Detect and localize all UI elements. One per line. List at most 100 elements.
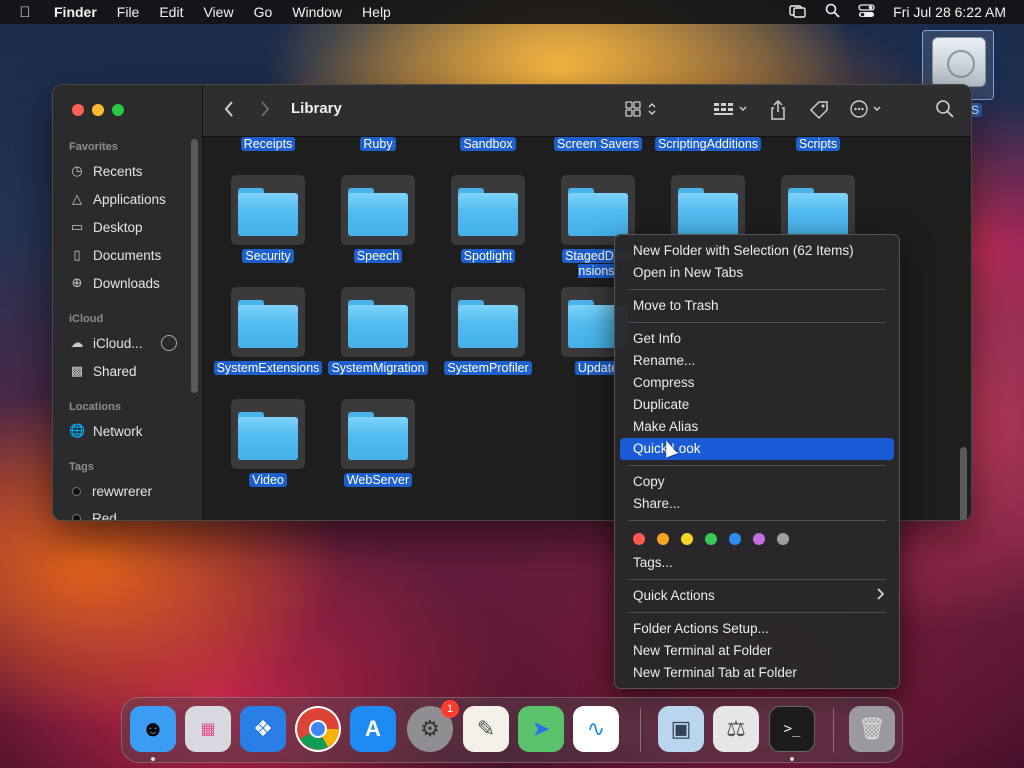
folder-item[interactable]: SystemExtensions [213,287,323,395]
tag-color-green[interactable] [705,533,717,545]
menu-view[interactable]: View [193,0,243,24]
menu-help[interactable]: Help [352,0,401,24]
sidebar-item-tag-red[interactable]: Red [69,508,117,521]
sidebar-section-icloud: iCloud [69,313,104,325]
freeform-icon[interactable]: ∿ [573,706,619,752]
close-button[interactable] [72,104,84,116]
app-store-icon[interactable]: A [350,706,396,752]
tag-color-blue[interactable] [729,533,741,545]
dock-separator [640,708,641,752]
launchpad-icon[interactable]: ▦ [185,706,231,752]
screen-mirroring-icon[interactable] [789,4,807,21]
maps-icon[interactable]: ➤ [518,706,564,752]
settings-gear-icon[interactable]: ⚙ 1 [407,700,459,752]
menu-item-share[interactable]: Share... [620,493,894,515]
finder-sidebar: Favorites ◷ Recents △ Applications ▭ Des… [53,85,203,520]
tag-color-purple[interactable] [753,533,765,545]
menu-item-compress[interactable]: Compress [620,372,894,394]
menu-edit[interactable]: Edit [149,0,193,24]
folder-icon [238,300,298,348]
textedit-icon[interactable]: ✎ [463,706,509,752]
sidebar-item-label: iCloud... [93,335,143,351]
sidebar-item-label: Recents [93,163,143,179]
menu-item-tags[interactable]: Tags... [620,552,894,574]
menu-item-get-info[interactable]: Get Info [620,328,894,350]
menu-item-new-folder-with-selection[interactable]: New Folder with Selection (62 Items) [620,240,894,262]
search-icon[interactable] [935,99,955,126]
sidebar-item-applications[interactable]: △ Applications [69,189,166,209]
folder-item[interactable]: Speech [323,175,433,283]
folder-item[interactable]: Video [213,399,323,507]
tag-color-red[interactable] [633,533,645,545]
sidebar-item-label: Applications [93,191,166,207]
safari-icon[interactable]: ❖ [240,706,286,752]
preview-icon[interactable]: ▣ [658,706,704,752]
sidebar-item-label: Documents [93,247,162,263]
tag-dot-icon [72,513,81,520]
cloud-icon: ☁ [70,335,84,350]
menu-item-open-in-new-tabs[interactable]: Open in New Tabs [620,262,894,284]
menu-file[interactable]: File [107,0,150,24]
sidebar-item-documents[interactable]: ▯ Documents [69,245,161,265]
sync-progress-icon [160,335,177,351]
menu-item-move-to-trash[interactable]: Move to Trash [620,295,894,317]
sidebar-item-icloud[interactable]: ☁ iCloud... [69,333,177,353]
menu-item-new-terminal-tab-at-folder[interactable]: New Terminal Tab at Folder [620,662,894,684]
sidebar-item-network[interactable]: 🌐 Network [69,421,143,441]
sidebar-item-downloads[interactable]: ⊕ Downloads [69,273,160,293]
folder-item[interactable]: Security [213,175,323,283]
folder-icon [458,188,518,236]
folder-icon [238,188,298,236]
system-info-icon[interactable]: ⚖ [713,706,759,752]
menu-item-quick-actions[interactable]: Quick Actions [620,585,894,607]
menu-item-folder-actions-setup[interactable]: Folder Actions Setup... [620,618,894,640]
folder-label: Screen Savers [554,137,642,151]
menu-finder[interactable]: Finder [50,0,107,24]
download-icon: ⊕ [71,275,83,290]
apple-logo-icon[interactable]:  [0,4,50,21]
tag-color-orange[interactable] [657,533,669,545]
shared-folder-icon: ▩ [70,363,84,378]
folder-item[interactable]: SystemProfiler [433,287,543,395]
menu-window[interactable]: Window [282,0,352,24]
menu-item-new-terminal-at-folder[interactable]: New Terminal at Folder [620,640,894,662]
menu-item-copy[interactable]: Copy [620,471,894,493]
sidebar-scrollbar[interactable] [191,139,198,393]
menu-item-make-alias[interactable]: Make Alias [620,416,894,438]
folder-icon [238,412,298,460]
sidebar-item-desktop[interactable]: ▭ Desktop [69,217,143,237]
folder-label: Receipts [240,137,296,151]
folder-label: Scripts [795,137,841,151]
menu-bar:  Finder File Edit View Go Window Help F… [0,0,1024,24]
zoom-button[interactable] [112,104,124,116]
tag-color-gray[interactable] [777,533,789,545]
sidebar-item-recents[interactable]: ◷ Recents [69,161,143,181]
tag-color-picker [615,526,899,552]
chrome-icon[interactable] [295,706,341,752]
folder-item[interactable]: Spotlight [433,175,543,283]
folder-item[interactable]: WebServer [323,399,433,507]
terminal-icon[interactable]: >_ [769,706,815,752]
menu-item-duplicate[interactable]: Duplicate [620,394,894,416]
sidebar-item-label: Red [92,510,117,521]
sidebar-section-tags: Tags [69,461,94,473]
minimize-button[interactable] [92,104,104,116]
control-center-icon[interactable] [858,3,875,21]
menu-separator [628,289,886,290]
folder-item[interactable]: SystemMigration [323,287,433,395]
sidebar-item-label: rewwrerer [92,483,153,499]
content-scrollbar[interactable] [960,447,967,520]
menu-item-rename[interactable]: Rename... [620,350,894,372]
folder-label: Security [242,249,294,263]
sidebar-item-shared[interactable]: ▩ Shared [69,361,137,381]
trash-icon[interactable]: 🗑 [849,706,895,752]
sidebar-item-tag-rewwrerer[interactable]: rewwrerer [69,481,152,501]
tag-color-yellow[interactable] [681,533,693,545]
menubar-clock[interactable]: Fri Jul 28 6:22 AM [893,4,1006,20]
folder-icon [348,412,408,460]
menu-go[interactable]: Go [244,0,283,24]
folder-icon [568,188,628,236]
finder-icon[interactable]: ☻ [130,706,176,752]
spotlight-search-icon[interactable] [825,3,840,21]
menu-separator [628,322,886,323]
